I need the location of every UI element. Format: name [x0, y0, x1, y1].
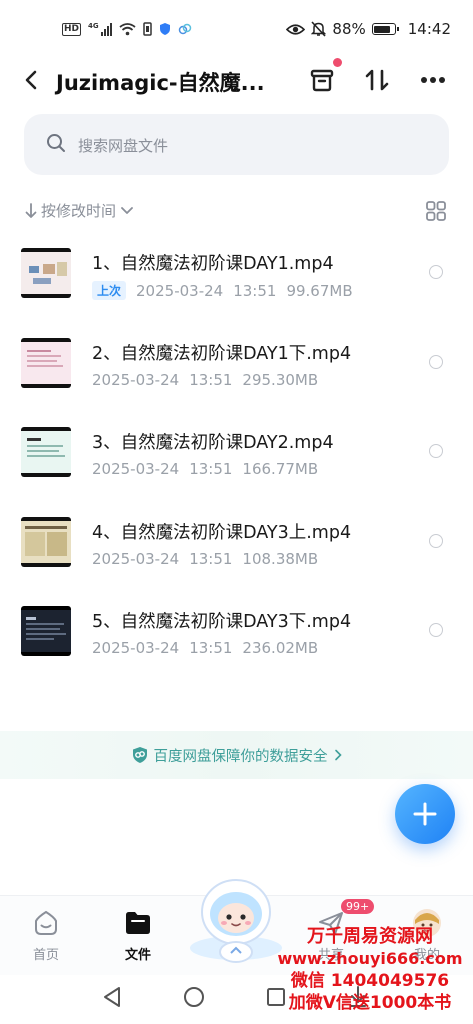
- file-name: 3、自然魔法初阶课DAY2.mp4: [92, 433, 334, 453]
- file-name: 5、自然魔法初阶课DAY3下.mp4: [92, 612, 352, 632]
- file-date: 2025-03-24: [92, 370, 180, 389]
- nav-back-icon[interactable]: [101, 985, 123, 1009]
- more-options-button[interactable]: [417, 64, 449, 96]
- file-row[interactable]: 3、自然魔法初阶课DAY2.mp4 2025-03-24 13:51 166.7…: [0, 413, 473, 503]
- file-meta: 2025-03-24 13:51 108.38MB: [92, 550, 318, 568]
- last-viewed-badge: 上次: [92, 281, 127, 300]
- tab-label: 首页: [32, 948, 59, 963]
- chevron-right-icon: [334, 749, 342, 761]
- file-row[interactable]: 4、自然魔法初阶课DAY3上.mp4 2025-03-24 13:51 108.…: [0, 503, 473, 593]
- down-arrow-icon: [25, 202, 37, 218]
- file-meta: 2025-03-24 13:51 295.30MB: [92, 371, 318, 389]
- archive-box-icon: [310, 69, 334, 92]
- file-row[interactable]: 5、自然魔法初阶课DAY3下.mp4 2025-03-24 13:51 236.…: [0, 592, 473, 682]
- select-checkbox[interactable]: [429, 265, 443, 279]
- video-thumbnail: [21, 516, 71, 567]
- grid-view-icon[interactable]: [425, 200, 447, 222]
- battery-icon: [371, 23, 399, 35]
- signal-icon: 4G: [88, 22, 112, 36]
- file-date: 2025-03-24: [136, 281, 224, 300]
- file-row[interactable]: 2、自然魔法初阶课DAY1下.mp4 2025-03-24 13:51 295.…: [0, 324, 473, 414]
- watermark: 万千周易资源网 www.zhouyi666.com 微信 1404049576 …: [270, 926, 470, 1014]
- file-size: 236.02MB: [242, 639, 319, 657]
- file-list: 1、自然魔法初阶课DAY1.mp4 上次 2025-03-24 13:51 99…: [0, 234, 473, 682]
- hd-indicator: HD: [62, 22, 82, 36]
- file-time: 13:51: [233, 281, 277, 300]
- clock: 14:42: [407, 20, 451, 38]
- tab-files[interactable]: 文件: [108, 908, 168, 963]
- video-thumbnail: [21, 337, 71, 388]
- add-button[interactable]: [395, 784, 455, 844]
- plus-icon: [413, 802, 437, 826]
- watermark-line: 加微V信送1000本书: [288, 993, 452, 1013]
- file-meta: 2025-03-24 13:51 236.02MB: [92, 639, 318, 657]
- file-row[interactable]: 1、自然魔法初阶课DAY1.mp4 上次 2025-03-24 13:51 99…: [0, 234, 473, 324]
- file-meta: 上次 2025-03-24 13:51 99.67MB: [92, 281, 353, 300]
- file-date: 2025-03-24: [92, 549, 180, 568]
- file-name: 4、自然魔法初阶课DAY3上.mp4: [92, 522, 352, 543]
- search-input[interactable]: [76, 132, 380, 160]
- sort-row: 按修改时间: [0, 196, 473, 226]
- eye-icon: [286, 23, 306, 35]
- file-time: 13:51: [189, 639, 233, 657]
- shield-icon: [159, 23, 170, 35]
- file-time: 13:51: [189, 460, 233, 478]
- more-dots-icon: [421, 77, 445, 83]
- video-thumbnail: [21, 248, 71, 298]
- network-type: 4G: [88, 22, 99, 30]
- sim-icon: [142, 22, 152, 36]
- watermark-line: www.zhouyi666.com: [277, 949, 463, 968]
- select-checkbox[interactable]: [429, 444, 443, 458]
- transfer-list-button[interactable]: [306, 58, 342, 96]
- folder-icon: [123, 908, 153, 938]
- sort-dropdown[interactable]: 按修改时间: [25, 200, 134, 221]
- video-thumbnail: [21, 606, 71, 656]
- file-name: 1、自然魔法初阶课DAY1.mp4: [92, 254, 334, 274]
- search-icon: [47, 134, 65, 152]
- share-count-badge: 99+: [341, 899, 375, 914]
- up-down-arrows-icon: [365, 69, 389, 91]
- video-thumbnail: [21, 427, 71, 477]
- app-header: Juzimagic-自然魔...: [0, 58, 473, 104]
- tab-label: 文件: [124, 948, 151, 963]
- sort-label: 按修改时间: [41, 202, 117, 220]
- mute-icon: [311, 21, 327, 37]
- battery-percentage: 88%: [332, 20, 366, 38]
- notification-dot: [333, 58, 342, 67]
- file-time: 13:51: [189, 370, 233, 389]
- file-size: 99.67MB: [286, 281, 353, 300]
- status-left: HD 4G: [62, 20, 192, 38]
- file-size: 108.38MB: [242, 549, 319, 568]
- status-right: 88% 14:42: [286, 18, 451, 40]
- select-checkbox[interactable]: [429, 533, 443, 548]
- wifi-icon: [119, 23, 136, 36]
- tab-home[interactable]: 首页: [16, 908, 76, 963]
- file-date: 2025-03-24: [92, 639, 180, 657]
- nav-home-icon[interactable]: [183, 986, 205, 1008]
- file-size: 295.30MB: [242, 370, 319, 389]
- search-bar[interactable]: [24, 114, 449, 175]
- back-arrow-icon[interactable]: [20, 68, 44, 92]
- watermark-line: 微信 1404049576: [290, 971, 450, 991]
- baidu-netdisk-icon: [178, 23, 191, 35]
- shield-check-icon: [132, 747, 147, 763]
- file-meta: 2025-03-24 13:51 166.77MB: [92, 460, 318, 478]
- banner-text: 百度网盘保障你的数据安全: [153, 748, 328, 765]
- file-time: 13:51: [189, 549, 233, 568]
- security-banner[interactable]: 百度网盘保障你的数据安全: [0, 731, 473, 779]
- status-bar: HD 4G 88% 14:42: [0, 0, 473, 58]
- file-name: 2、自然魔法初阶课DAY1下.mp4: [92, 343, 352, 364]
- select-checkbox[interactable]: [429, 354, 443, 369]
- sort-toggle-button[interactable]: [361, 64, 393, 96]
- page-title: Juzimagic-自然魔...: [56, 71, 265, 95]
- select-checkbox[interactable]: [429, 623, 443, 637]
- file-date: 2025-03-24: [92, 460, 180, 478]
- chevron-down-icon: [121, 206, 133, 214]
- home-face-icon: [31, 908, 61, 938]
- watermark-line: 万千周易资源网: [307, 926, 433, 947]
- file-size: 166.77MB: [242, 460, 319, 478]
